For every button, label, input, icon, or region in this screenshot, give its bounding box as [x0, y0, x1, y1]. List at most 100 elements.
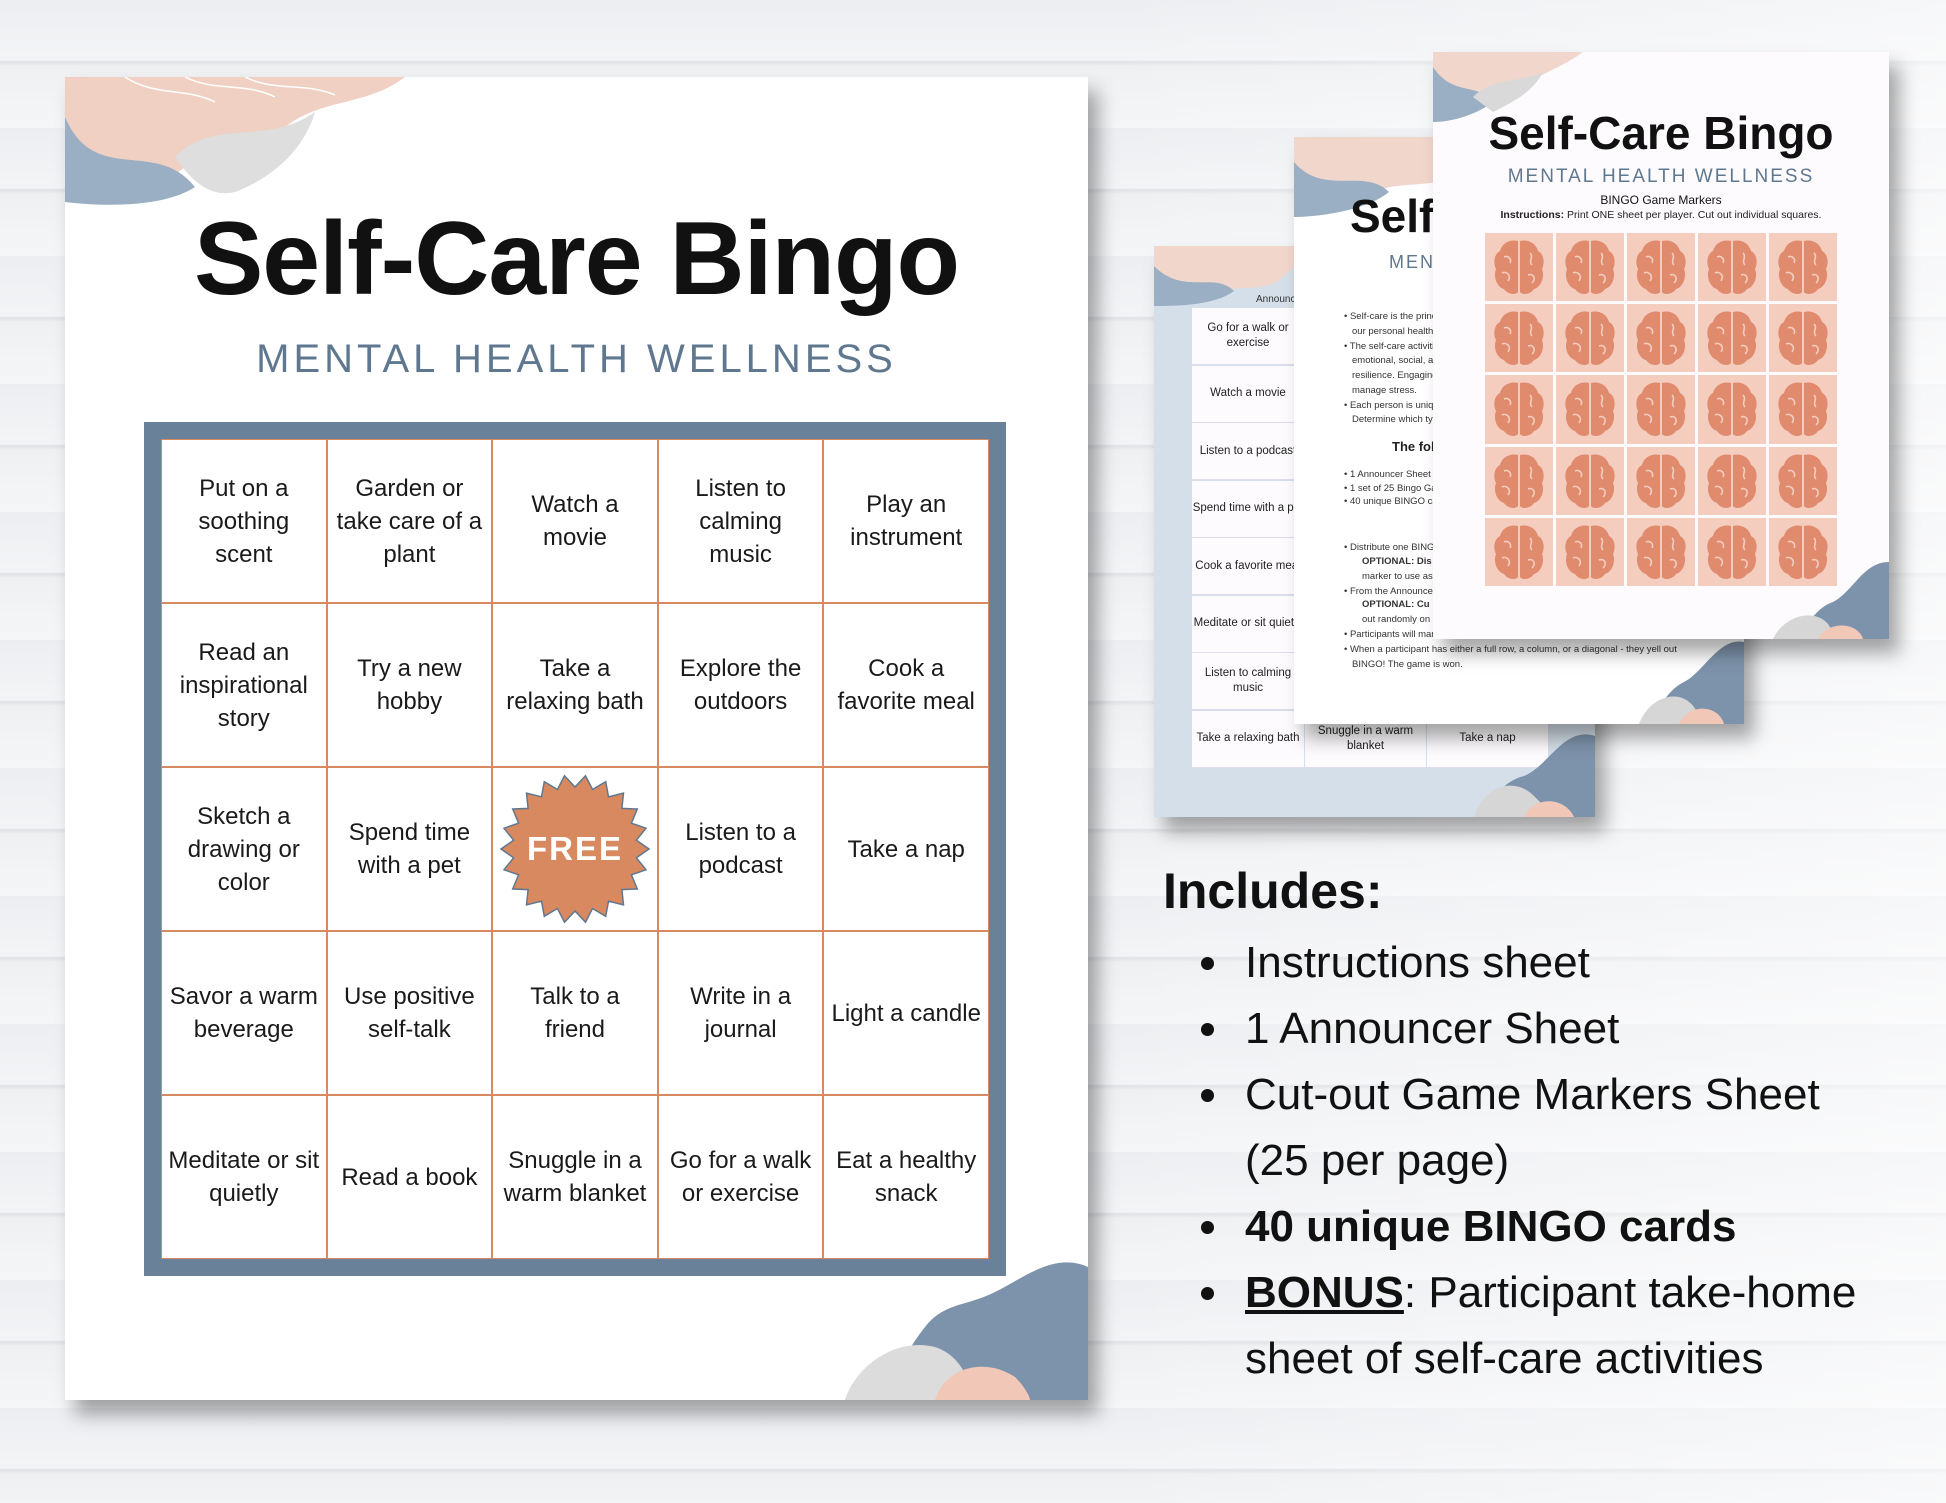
brain-icon — [1636, 311, 1686, 366]
marker-square — [1627, 375, 1695, 444]
instruction-line: out randomly on — [1362, 614, 1431, 625]
brain-icon — [1494, 382, 1544, 437]
bingo-cell: Read a book — [326, 1095, 493, 1259]
bonus-label: BONUS — [1245, 1268, 1404, 1317]
include-text: 1 Announcer Sheet — [1245, 1004, 1620, 1053]
bingo-cell: Take a relaxing bath — [492, 603, 658, 767]
announcer-row: Spend time with a pet — [1192, 480, 1304, 538]
includes-list: Instructions sheet 1 Announcer Sheet Cut… — [1163, 930, 1856, 1392]
bullet-icon — [1201, 1287, 1214, 1300]
bingo-cell: Watch a movie — [492, 439, 658, 603]
announcer-row: Listen to a podcast — [1192, 423, 1304, 480]
brain-icon — [1494, 454, 1544, 508]
brain-icon — [1494, 525, 1544, 579]
instruction-line: marker to use as — [1362, 571, 1433, 582]
marker-square — [1698, 375, 1766, 444]
instruction-line: BINGO! The game is won. — [1352, 659, 1463, 670]
bingo-cell: Listen to calming music — [657, 439, 824, 603]
bingo-cell: Read an inspirational story — [161, 603, 327, 767]
brain-icon — [1636, 525, 1686, 579]
brain-icon — [1707, 525, 1757, 579]
includes-section: Includes: Instructions sheet 1 Announcer… — [1163, 862, 1856, 1392]
marker-square — [1556, 233, 1624, 302]
main-bingo-card: Self-Care Bingo MENTAL HEALTH WELLNESS P… — [65, 77, 1088, 1400]
bingo-cell: Listen to a podcast — [657, 767, 824, 931]
instruction-line: our personal health a — [1352, 326, 1442, 337]
marker-square — [1769, 375, 1837, 444]
marker-square — [1485, 233, 1553, 302]
bingo-cell: Savor a warm beverage — [161, 931, 327, 1095]
instruction-line: • Self-care is the princ — [1344, 311, 1437, 322]
bullet-icon — [1201, 1023, 1214, 1036]
brain-icon — [1707, 382, 1757, 437]
include-item: Cut-out Game Markers Sheet — [1163, 1062, 1856, 1128]
announcer-row: Go for a walk or exercise — [1192, 308, 1304, 365]
marker-square — [1485, 375, 1553, 444]
instruction-line: • Each person is uniqu — [1344, 400, 1439, 411]
marker-square — [1769, 304, 1837, 373]
bingo-cell: Use positive self-talk — [326, 931, 493, 1095]
include-text: Cut-out Game Markers Sheet — [1245, 1070, 1820, 1119]
markers-subtitle: MENTAL HEALTH WELLNESS — [1507, 166, 1815, 187]
brain-icon — [1778, 382, 1828, 437]
brain-icon — [1565, 382, 1615, 437]
brain-icon — [1565, 311, 1615, 366]
bingo-cell: Garden or take care of a plant — [326, 439, 493, 603]
markers-heading: BINGO Game Markers — [1600, 193, 1722, 207]
bingo-cell: Go for a walk or exercise — [657, 1095, 824, 1259]
bingo-cell: FREE — [492, 767, 658, 931]
include-text: 40 unique BINGO cards — [1245, 1202, 1737, 1251]
bingo-cell: Write in a journal — [657, 931, 824, 1095]
include-item-bonus: BONUS: Participant take-home — [1163, 1260, 1856, 1326]
marker-square — [1627, 304, 1695, 373]
bingo-cell: Try a new hobby — [326, 603, 493, 767]
bingo-grid: Put on a soothing scent Garden or take ca… — [144, 422, 1006, 1276]
marker-square — [1485, 517, 1553, 586]
bonus-text: : Participant take-home — [1403, 1268, 1857, 1317]
markers-sheet: Self-Care Bingo MENTAL HEALTH WELLNESS B… — [1433, 52, 1889, 639]
instruction-line: • 40 unique BINGO ca — [1344, 496, 1438, 507]
brain-icon — [1565, 240, 1615, 295]
wave-decoration — [1773, 562, 1889, 639]
brain-icon — [1707, 240, 1757, 295]
wave-decoration — [1639, 641, 1744, 724]
main-title: Self-Care Bingo — [193, 201, 960, 317]
announcer-row: Watch a movie — [1192, 365, 1304, 423]
marker-square — [1556, 446, 1624, 515]
instruction-line: • 1 Announcer Sheet o — [1344, 469, 1439, 480]
marker-square — [1485, 304, 1553, 373]
marker-square — [1769, 446, 1837, 515]
instruction-line: • Distribute one BINGO — [1344, 542, 1442, 553]
marker-square — [1556, 304, 1624, 373]
includes-heading: Includes: — [1163, 863, 1383, 919]
free-space-badge: FREE — [499, 774, 650, 924]
brain-icon — [1778, 454, 1828, 508]
free-label: FREE — [526, 830, 623, 867]
bingo-cell: Snuggle in a warm blanket — [492, 1095, 658, 1259]
wave-decoration — [845, 1262, 1088, 1400]
instruction-line: • The self-care activiti — [1344, 341, 1435, 352]
instructions-heading: The fol — [1392, 439, 1435, 454]
brain-icon — [1636, 382, 1686, 437]
bullet-icon — [1201, 1089, 1214, 1102]
markers-grid — [1485, 233, 1837, 586]
marker-square — [1627, 233, 1695, 302]
announcer-header: Announc — [1256, 294, 1296, 305]
brain-icon — [1565, 454, 1615, 508]
bingo-cell: Spend time with a pet — [326, 767, 493, 931]
brain-icon — [1494, 311, 1544, 366]
bonus-text-continued: sheet of self-care activities — [1245, 1334, 1764, 1383]
bingo-cell: Play an instrument — [823, 439, 989, 603]
brain-icon — [1778, 240, 1828, 295]
wave-decoration — [65, 77, 405, 205]
brain-icon — [1636, 454, 1686, 508]
include-item: 40 unique BINGO cards — [1163, 1194, 1856, 1260]
instructions-title: Self — [1350, 190, 1435, 242]
brain-icon — [1707, 311, 1757, 366]
bingo-cell: Put on a soothing scent — [161, 439, 327, 603]
instruction-line: emotional, social, an — [1352, 355, 1439, 366]
marker-square — [1627, 446, 1695, 515]
announcer-row: Cook a favorite meal — [1192, 538, 1304, 595]
bingo-cell: Talk to a friend — [492, 931, 658, 1095]
marker-square — [1698, 446, 1766, 515]
